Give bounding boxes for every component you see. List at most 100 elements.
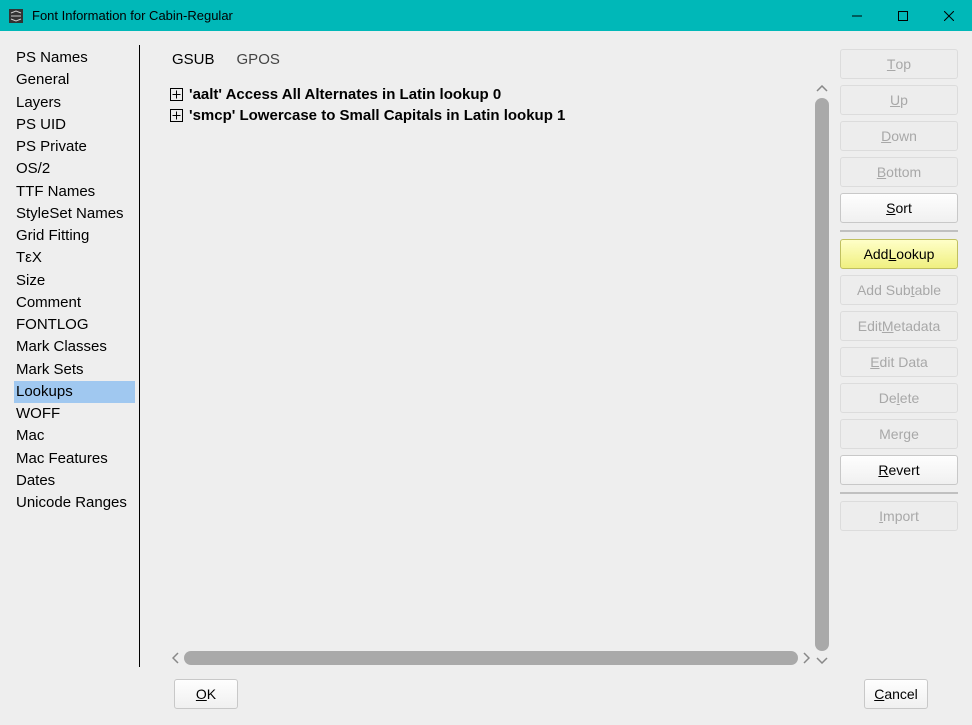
window-controls xyxy=(834,0,972,31)
import-button: Import xyxy=(840,501,958,531)
edit-data-button: Edit Data xyxy=(840,347,958,377)
bottom-post: ottom xyxy=(886,164,921,180)
revert-button[interactable]: Revert xyxy=(840,455,958,485)
sidebar-item-mac-features[interactable]: Mac Features xyxy=(14,448,135,470)
cancel-button[interactable]: Cancel xyxy=(864,679,928,709)
scroll-up-icon[interactable] xyxy=(814,82,830,96)
scroll-right-icon[interactable] xyxy=(800,649,812,667)
down-button: Down xyxy=(840,121,958,151)
lookup-row[interactable]: 'aalt' Access All Alternates in Latin lo… xyxy=(170,84,812,105)
tab-gsub[interactable]: GSUB xyxy=(172,51,215,68)
sidebar-item-woff[interactable]: WOFF xyxy=(14,403,135,425)
sidebar-item-ps-private[interactable]: PS Private xyxy=(14,136,135,158)
bottom-button: Bottom xyxy=(840,157,958,187)
edit-metadata-button: Edit Metadata xyxy=(840,311,958,341)
cancel-ul: C xyxy=(874,686,884,702)
sort-button[interactable]: Sort xyxy=(840,193,958,223)
up-ul: U xyxy=(890,92,900,108)
cancel-post: ancel xyxy=(884,686,917,702)
tabs: GSUB GPOS xyxy=(170,51,830,82)
sidebar-item-fontlog[interactable]: FONTLOG xyxy=(14,314,135,336)
scroll-down-icon[interactable] xyxy=(814,653,830,667)
add_lookup-post: ookup xyxy=(896,246,934,262)
sidebar-item-styleset-names[interactable]: StyleSet Names xyxy=(14,203,135,225)
minimize-button[interactable] xyxy=(834,0,880,31)
edit_metadata-post: etadata xyxy=(894,318,941,334)
add_subtable-post: able xyxy=(915,282,941,298)
close-button[interactable] xyxy=(926,0,972,31)
titlebar: Font Information for Cabin-Regular xyxy=(0,0,972,31)
expand-icon[interactable] xyxy=(170,88,183,101)
app-icon xyxy=(8,8,24,24)
add_lookup-pre: Add xyxy=(864,246,889,262)
sort-ul: S xyxy=(886,200,895,216)
edit_metadata-ul: M xyxy=(882,318,894,334)
edit_metadata-pre: Edit xyxy=(858,318,882,334)
delete-button: Delete xyxy=(840,383,958,413)
add-lookup-button[interactable]: Add Lookup xyxy=(840,239,958,269)
ok-post: K xyxy=(207,686,216,702)
main-panel: PS NamesGeneralLayersPS UIDPS PrivateOS/… xyxy=(14,45,958,667)
footer: OK Cancel xyxy=(14,667,958,715)
tab-gpos[interactable]: GPOS xyxy=(237,51,280,68)
list-area: 'aalt' Access All Alternates in Latin lo… xyxy=(170,82,830,667)
up-post: p xyxy=(900,92,908,108)
add_lookup-ul: L xyxy=(888,246,896,262)
revert-ul: R xyxy=(878,462,888,478)
bottom-ul: B xyxy=(877,164,886,180)
content-area: PS NamesGeneralLayersPS UIDPS PrivateOS/… xyxy=(0,31,972,725)
vscroll-track[interactable] xyxy=(815,98,829,651)
sidebar-item-mark-sets[interactable]: Mark Sets xyxy=(14,359,135,381)
sidebar-item-ps-names[interactable]: PS Names xyxy=(14,47,135,69)
hscroll-track[interactable] xyxy=(184,651,798,665)
sidebar-item-general[interactable]: General xyxy=(14,69,135,91)
top-post: op xyxy=(895,56,911,72)
scroll-left-icon[interactable] xyxy=(170,649,182,667)
separator xyxy=(840,230,958,232)
sidebar-item-unicode-ranges[interactable]: Unicode Ranges xyxy=(14,492,135,514)
action-buttons: Top Up Down Bottom Sort Add Lookup Add Subtabl… xyxy=(830,45,958,667)
sidebar-item-mark-classes[interactable]: Mark Classes xyxy=(14,336,135,358)
import-post: mport xyxy=(883,508,919,524)
ok-button[interactable]: OK xyxy=(174,679,238,709)
lookup-label: 'aalt' Access All Alternates in Latin lo… xyxy=(189,86,501,103)
down-post: own xyxy=(891,128,917,144)
sidebar-item-dates[interactable]: Dates xyxy=(14,470,135,492)
down-ul: D xyxy=(881,128,891,144)
lookup-list[interactable]: 'aalt' Access All Alternates in Latin lo… xyxy=(170,82,812,647)
expand-icon[interactable] xyxy=(170,109,183,122)
sidebar-item-comment[interactable]: Comment xyxy=(14,292,135,314)
maximize-button[interactable] xyxy=(880,0,926,31)
sidebar-item-size[interactable]: Size xyxy=(14,270,135,292)
add_subtable-pre: Add Sub xyxy=(857,282,911,298)
delete-pre: De xyxy=(879,390,897,406)
separator xyxy=(840,492,958,494)
merge-button: Merge xyxy=(840,419,958,449)
top-button: Top xyxy=(840,49,958,79)
lookup-row[interactable]: 'smcp' Lowercase to Small Capitals in La… xyxy=(170,105,812,126)
merge-ul: g xyxy=(903,426,911,442)
sort-post: ort xyxy=(896,200,912,216)
sidebar-item-grid-fitting[interactable]: Grid Fitting xyxy=(14,225,135,247)
top-ul: T xyxy=(887,56,896,72)
sidebar-item-ttf-names[interactable]: TTF Names xyxy=(14,181,135,203)
merge-post: e xyxy=(911,426,919,442)
edit_data-post: dit Data xyxy=(880,354,928,370)
vertical-scrollbar[interactable] xyxy=(814,82,830,667)
sidebar-item-os-2[interactable]: OS/2 xyxy=(14,158,135,180)
sidebar-item-ps-uid[interactable]: PS UID xyxy=(14,114,135,136)
sidebar-item-lookups[interactable]: Lookups xyxy=(14,381,135,403)
revert-post: evert xyxy=(889,462,920,478)
sidebar-item-mac[interactable]: Mac xyxy=(14,425,135,447)
up-button: Up xyxy=(840,85,958,115)
center-panel: GSUB GPOS 'aalt' Access All Alternates in… xyxy=(140,45,830,667)
list-content: 'aalt' Access All Alternates in Latin lo… xyxy=(170,82,812,667)
add-subtable-button: Add Subtable xyxy=(840,275,958,305)
horizontal-scrollbar[interactable] xyxy=(170,649,812,667)
delete-post: ete xyxy=(900,390,919,406)
lookup-label: 'smcp' Lowercase to Small Capitals in La… xyxy=(189,107,565,124)
sidebar-item-t-x[interactable]: TεX xyxy=(14,247,135,269)
sidebar-item-layers[interactable]: Layers xyxy=(14,92,135,114)
ok-ul: O xyxy=(196,686,207,702)
window-title: Font Information for Cabin-Regular xyxy=(32,8,834,23)
